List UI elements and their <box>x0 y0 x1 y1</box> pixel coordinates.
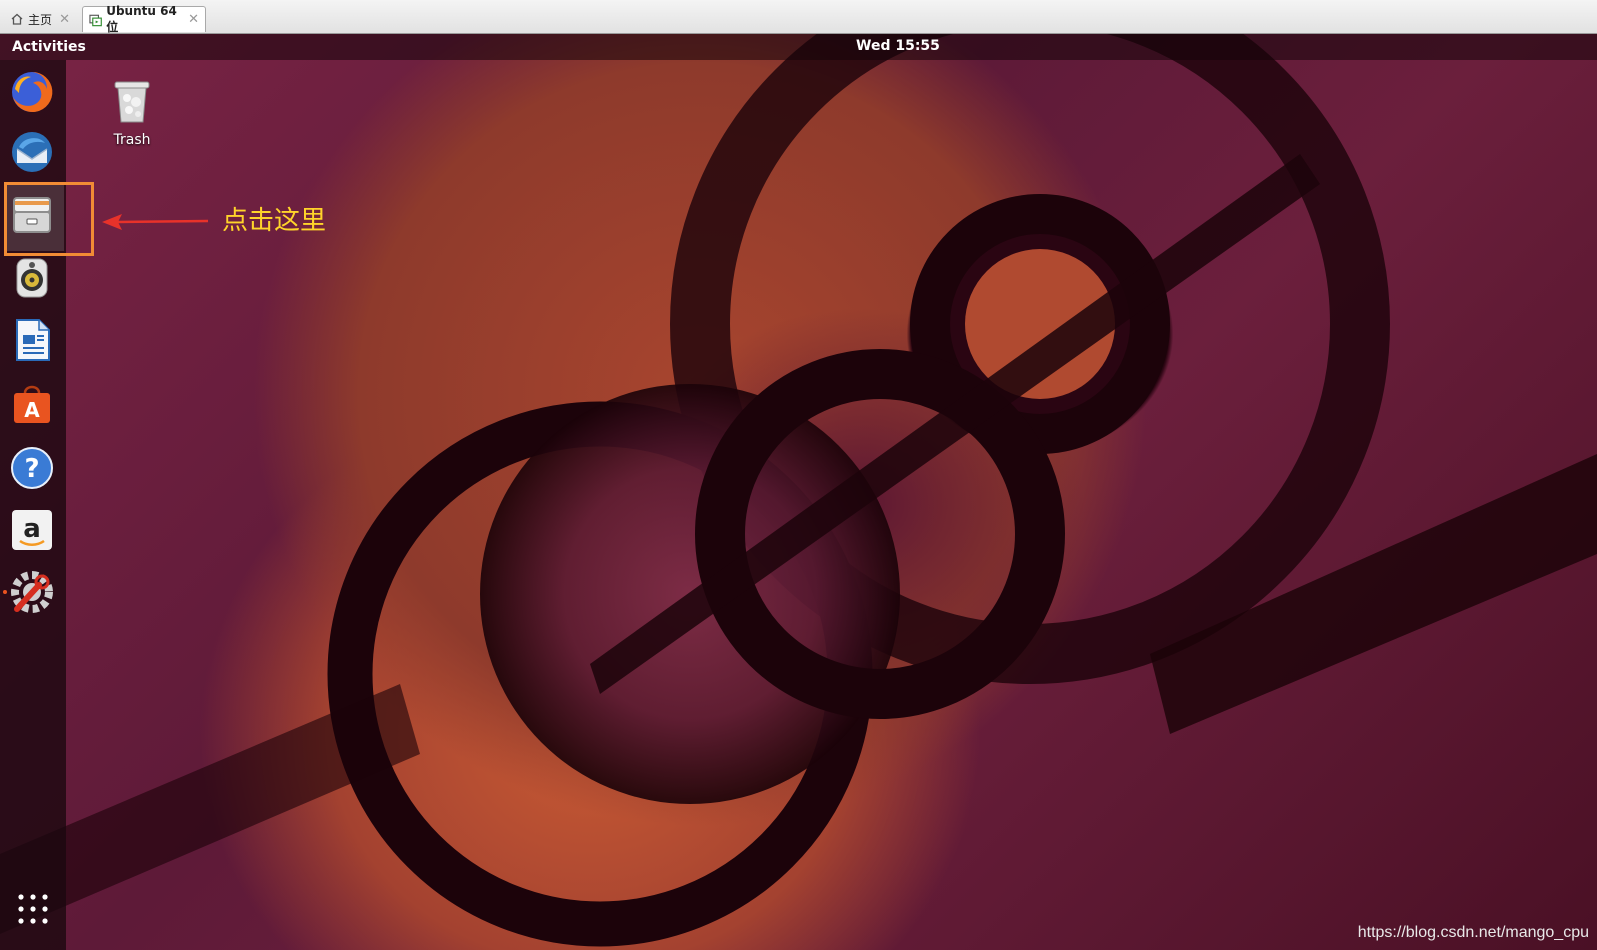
annotation-highlight-box <box>4 182 94 256</box>
rhythmbox-icon <box>16 258 48 298</box>
vm-icon <box>89 14 102 26</box>
watermark: https://blog.csdn.net/mango_cpu <box>1357 924 1589 941</box>
dock-item-firefox[interactable] <box>8 68 56 116</box>
trash-icon <box>114 81 150 123</box>
libreoffice-writer-icon <box>16 319 50 361</box>
dock-item-thunderbird[interactable] <box>8 128 56 176</box>
top-bar: Activities Wed 15:55 <box>0 34 1597 60</box>
svg-text:a: a <box>23 514 41 544</box>
wallpaper <box>0 34 1597 947</box>
home-icon <box>11 13 23 25</box>
svg-text:A: A <box>24 398 40 422</box>
close-icon[interactable]: ✕ <box>188 12 199 27</box>
firefox-icon <box>12 71 53 112</box>
close-icon[interactable]: ✕ <box>59 12 70 27</box>
trash-label: Trash <box>113 132 151 148</box>
activities-button[interactable]: Activities <box>12 39 86 55</box>
clock[interactable]: Wed 15:55 <box>856 38 940 54</box>
help-icon: ? <box>11 447 53 489</box>
tab-ubuntu-label: Ubuntu 64 位 <box>106 4 177 34</box>
svg-text:?: ? <box>24 454 39 484</box>
dock-item-writer[interactable] <box>8 316 56 364</box>
dock-item-rhythmbox[interactable] <box>8 254 56 302</box>
software-updater-icon <box>11 571 53 613</box>
desktop: Activities Wed 15:55 A ? a Trash 点击这里 ht… <box>0 34 1597 950</box>
annotation-text: 点击这里 <box>222 206 327 236</box>
tab-home[interactable]: 主页 ✕ <box>4 6 76 32</box>
tab-ubuntu[interactable]: Ubuntu 64 位 ✕ <box>82 4 206 34</box>
show-applications-button[interactable] <box>16 892 50 926</box>
software-center-icon: A <box>14 385 50 423</box>
dock-item-amazon[interactable]: a <box>8 506 56 554</box>
dock-item-updater[interactable] <box>3 568 56 616</box>
amazon-icon: a <box>12 510 52 550</box>
tab-home-label: 主页 <box>28 12 53 27</box>
dock-item-software[interactable]: A <box>8 380 56 428</box>
thunderbird-icon <box>12 132 52 172</box>
annotation-arrow <box>102 214 209 230</box>
dock-item-help[interactable]: ? <box>8 444 56 492</box>
show-applications-icon <box>18 894 48 924</box>
vm-tab-bar: 主页 ✕ Ubuntu 64 位 ✕ <box>0 0 1597 34</box>
desktop-trash[interactable]: Trash <box>104 78 160 148</box>
